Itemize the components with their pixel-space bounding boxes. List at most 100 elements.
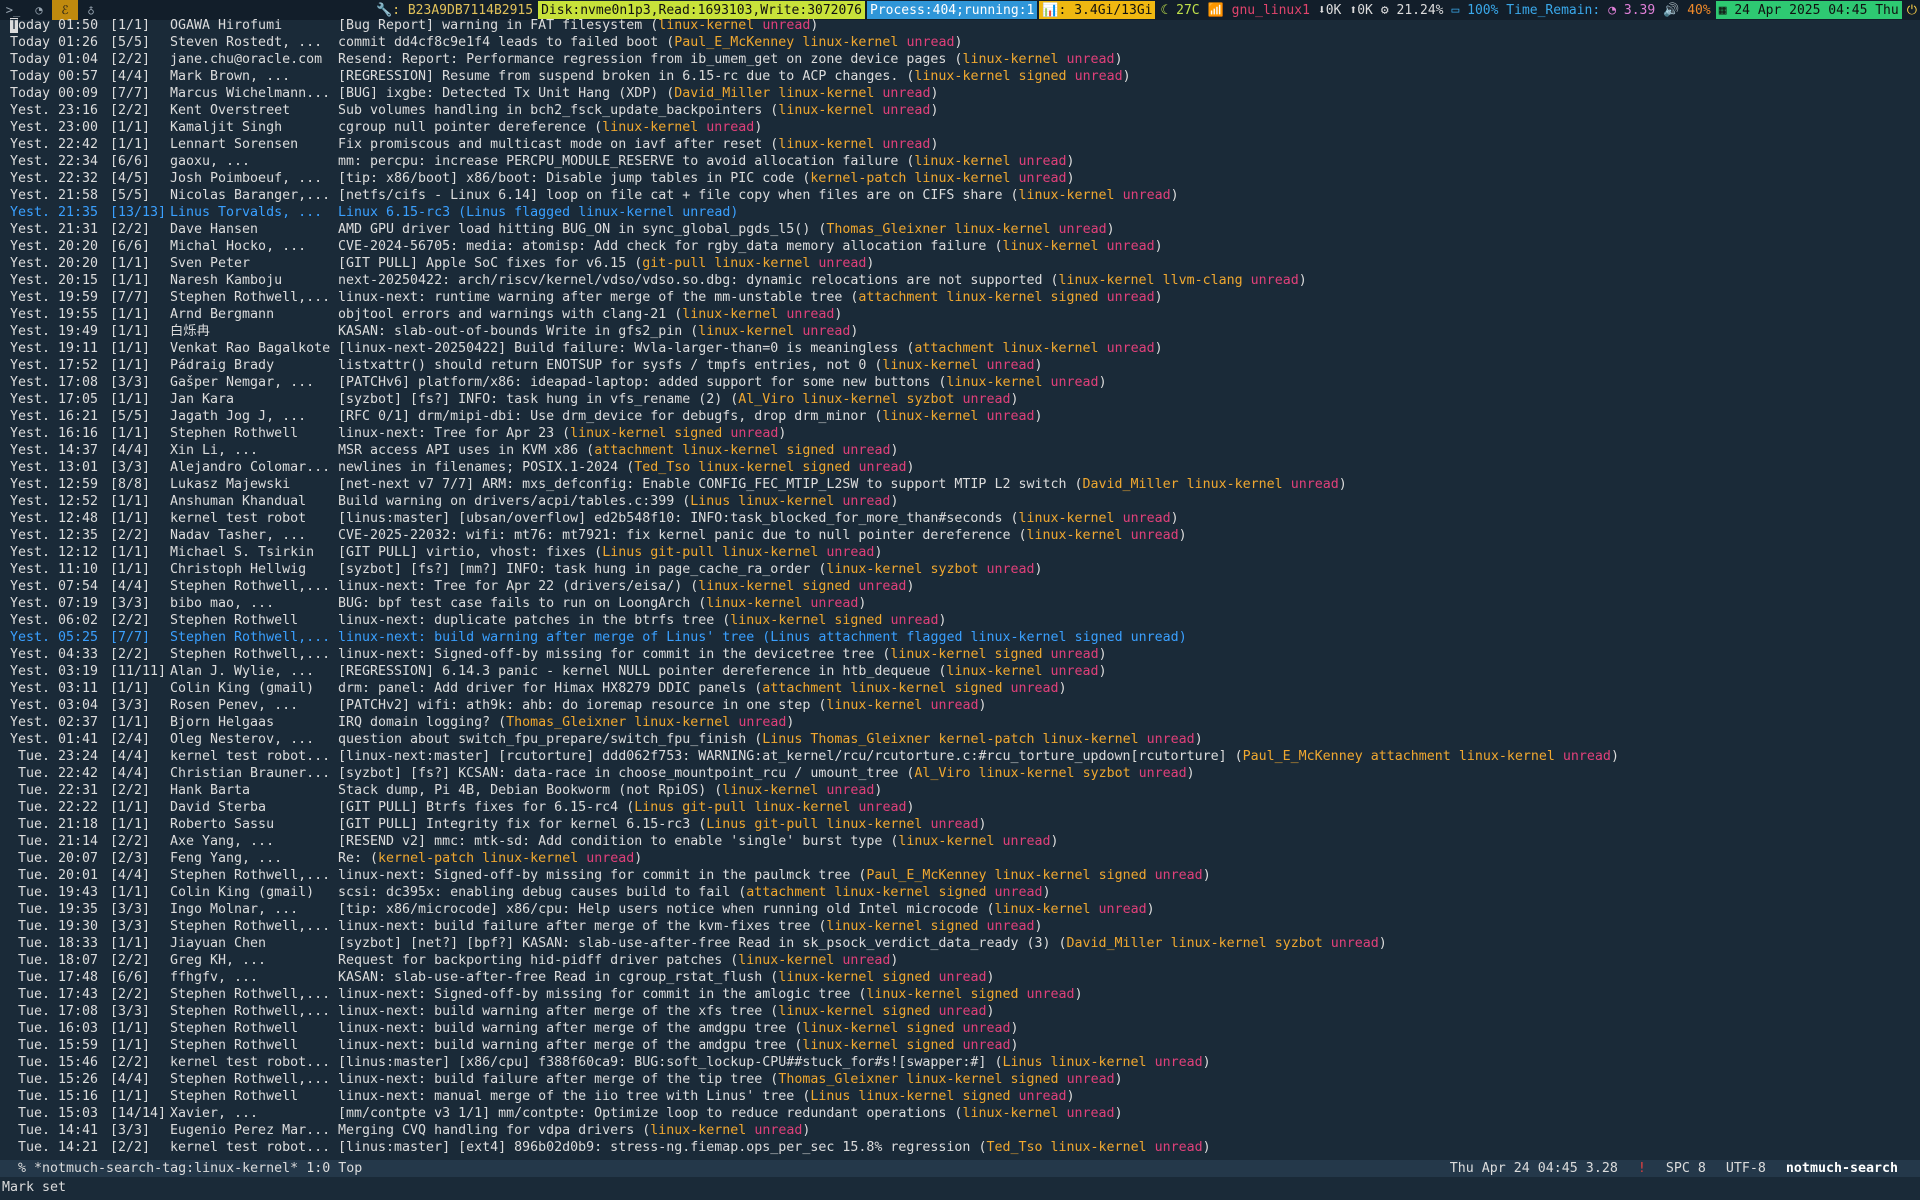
thread-authors: Bjorn Helgaas (170, 715, 275, 730)
thread-row[interactable]: Tue. 15:16 [1/1] Stephen Rothwell linux-nex… (0, 1088, 1920, 1105)
thread-row[interactable]: Tue. 15:03 [14/14] Xavier, ... [mm/contpte … (0, 1105, 1920, 1122)
thread-tag: linux-kernel (946, 664, 1043, 679)
thread-row[interactable]: Yest. 11:10 [1/1] Christoph Hellwig [syzbot… (0, 561, 1920, 578)
thread-tag: attachment (858, 290, 939, 305)
thread-date: Yest. 16:21 (10, 409, 99, 424)
thread-row[interactable]: Today 01:50 [1/1] OGAWA Hirofumi [Bug Repor… (0, 17, 1920, 34)
thread-row[interactable]: Yest. 23:16 [2/2] Kent Overstreet Sub volum… (0, 102, 1920, 119)
thread-date: Today 00:09 (10, 86, 99, 101)
thread-row[interactable]: Tue. 21:18 [1/1] Roberto Sassu [GIT PULL] I… (0, 816, 1920, 833)
thread-row[interactable]: Tue. 22:22 [1/1] David Sterba [GIT PULL] Bt… (0, 799, 1920, 816)
thread-row[interactable]: Yest. 21:31 [2/2] Dave Hansen AMD GPU drive… (0, 221, 1920, 238)
thread-row[interactable]: Tue. 20:01 [4/4] Stephen Rothwell,... linux… (0, 867, 1920, 884)
thread-row[interactable]: Yest. 13:01 [3/3] Alejandro Colomar... newl… (0, 459, 1920, 476)
thread-row[interactable]: Yest. 19:49 [1/1] 白烁冉 KASAN: slab-out-of-bo… (0, 323, 1920, 340)
thread-count: [1/1] (110, 562, 151, 577)
thread-row[interactable]: Yest. 07:19 [3/3] bibo mao, ... BUG: bpf te… (0, 595, 1920, 612)
thread-row[interactable]: Yest. 19:11 [1/1] Venkat Rao Bagalkote [lin… (0, 340, 1920, 357)
thread-row[interactable]: Yest. 02:37 [1/1] Bjorn Helgaas IRQ domain … (0, 714, 1920, 731)
thread-count: [1/1] (110, 1038, 151, 1053)
thread-row[interactable]: Yest. 20:20 [6/6] Michal Hocko, ... CVE-202… (0, 238, 1920, 255)
thread-row[interactable]: Yest. 07:54 [4/4] Stephen Rothwell,... linu… (0, 578, 1920, 595)
thread-row[interactable]: Yest. 16:16 [1/1] Stephen Rothwell linux-ne… (0, 425, 1920, 442)
thread-row[interactable]: Yest. 17:05 [1/1] Jan Kara [syzbot] [fs?] I… (0, 391, 1920, 408)
thread-row[interactable]: Tue. 20:07 [2/3] Feng Yang, ... Re: (kernel… (0, 850, 1920, 867)
unread-tag: unread (994, 885, 1043, 900)
unread-tag: unread (1018, 154, 1067, 169)
thread-subject: [GIT PULL] Btrfs fixes for 6.15-rc4 (338, 800, 619, 815)
thread-row[interactable]: Tue. 17:43 [2/2] Stephen Rothwell,... linux… (0, 986, 1920, 1003)
thread-row[interactable]: Tue. 18:33 [1/1] Jiayuan Chen [syzbot] [net… (0, 935, 1920, 952)
thread-row[interactable]: Today 00:57 [4/4] Mark Brown, ... [REGRESSI… (0, 68, 1920, 85)
thread-date: Tue. 14:41 (18, 1123, 99, 1138)
thread-row[interactable]: Yest. 12:12 [1/1] Michael S. Tsirkin [GIT P… (0, 544, 1920, 561)
thread-row[interactable]: Tue. 17:48 [6/6] ffhgfv, ... KASAN: slab-us… (0, 969, 1920, 986)
thread-tag: linux-kernel (914, 154, 1011, 169)
thread-row[interactable]: Yest. 03:04 [3/3] Rosen Penev, ... [PATCHv2… (0, 697, 1920, 714)
thread-tag: signed (802, 460, 851, 475)
thread-subject-line: linux-next: build warning after merge of… (338, 1038, 1019, 1053)
thread-row[interactable]: Yest. 12:48 [1/1] kernel test robot [linus:… (0, 510, 1920, 527)
thread-row[interactable]: Yest. 05:25 [7/7] Stephen Rothwell,... linu… (0, 629, 1920, 646)
thread-row[interactable]: Today 01:04 [2/2] jane.chu@oracle.com Resen… (0, 51, 1920, 68)
thread-row[interactable]: Yest. 21:35 [13/13] Linus Torvalds, ... Lin… (0, 204, 1920, 221)
thread-row[interactable]: Yest. 20:20 [1/1] Sven Peter [GIT PULL] App… (0, 255, 1920, 272)
unread-tag: unread (1050, 664, 1099, 679)
thread-row[interactable]: Tue. 15:59 [1/1] Stephen Rothwell linux-nex… (0, 1037, 1920, 1054)
thread-row[interactable]: Tue. 14:21 [2/2] kernel test robot... [linu… (0, 1139, 1920, 1156)
thread-row[interactable]: Tue. 14:41 [3/3] Eugenio Perez Mar... Mergi… (0, 1122, 1920, 1139)
thread-row[interactable]: Today 00:09 [7/7] Marcus Wichelmann... [BUG… (0, 85, 1920, 102)
thread-subject: linux-next: manual merge of the iio tree… (338, 1089, 795, 1104)
thread-row[interactable]: Tue. 16:03 [1/1] Stephen Rothwell linux-nex… (0, 1020, 1920, 1037)
thread-row[interactable]: Tue. 21:14 [2/2] Axe Yang, ... [RESEND v2] … (0, 833, 1920, 850)
thread-row[interactable]: Yest. 03:11 [1/1] Colin King (gmail) drm: p… (0, 680, 1920, 697)
thread-row[interactable]: Yest. 20:15 [1/1] Naresh Kamboju next-20250… (0, 272, 1920, 289)
thread-row[interactable]: Yest. 16:21 [5/5] Jagath Jog J, ... [RFC 0/… (0, 408, 1920, 425)
thread-subject-line: objtool errors and warnings with clang-2… (338, 307, 843, 322)
thread-row[interactable]: Yest. 19:55 [1/1] Arnd Bergmann objtool err… (0, 306, 1920, 323)
thread-row[interactable]: Tue. 22:42 [4/4] Christian Brauner... [syzb… (0, 765, 1920, 782)
thread-row[interactable]: Tue. 15:46 [2/2] kernel test robot... [linu… (0, 1054, 1920, 1071)
thread-row[interactable]: Yest. 01:41 [2/4] Oleg Nesterov, ... questi… (0, 731, 1920, 748)
thread-row[interactable]: Yest. 14:37 [4/4] Xin Li, ... MSR access AP… (0, 442, 1920, 459)
thread-row[interactable]: Tue. 17:08 [3/3] Stephen Rothwell,... linux… (0, 1003, 1920, 1020)
thread-row[interactable]: Yest. 22:34 [6/6] gaoxu, ... mm: percpu: in… (0, 153, 1920, 170)
thread-row[interactable]: Yest. 23:00 [1/1] Kamaljit Singh cgroup nul… (0, 119, 1920, 136)
thread-row[interactable]: Tue. 23:24 [4/4] kernel test robot... [linu… (0, 748, 1920, 765)
unread-tag: unread (1330, 936, 1379, 951)
thread-tag: linux-kernel (1002, 341, 1099, 356)
thread-tag: Linus (602, 545, 643, 560)
thread-row[interactable]: Tue. 19:30 [3/3] Stephen Rothwell,... linux… (0, 918, 1920, 935)
thread-row[interactable]: Yest. 12:52 [1/1] Anshuman Khandual Build w… (0, 493, 1920, 510)
thread-row[interactable]: Tue. 15:26 [4/4] Stephen Rothwell,... linux… (0, 1071, 1920, 1088)
thread-tag: linux-kernel (698, 579, 795, 594)
search-results-list[interactable]: Today 01:50 [1/1] OGAWA Hirofumi [Bug Repor… (0, 17, 1920, 1156)
thread-row[interactable]: Tue. 22:31 [2/2] Hank Barta Stack dump, Pi … (0, 782, 1920, 799)
thread-row[interactable]: Yest. 03:19 [11/11] Alan J. Wylie, ... [REG… (0, 663, 1920, 680)
thread-row[interactable]: Yest. 12:59 [8/8] Lukasz Majewski [net-next… (0, 476, 1920, 493)
thread-row[interactable]: Tue. 18:07 [2/2] Greg KH, ... Request for b… (0, 952, 1920, 969)
thread-row[interactable]: Yest. 17:08 [3/3] Gašper Nemgar, ... [PATCH… (0, 374, 1920, 391)
thread-tag: linux-kernel (730, 613, 827, 628)
thread-tag: David_Miller (1082, 477, 1179, 492)
thread-subject: linux-next: build failure after merge of… (338, 1072, 763, 1087)
thread-row[interactable]: Yest. 21:58 [5/5] Nicolas Baranger,... [net… (0, 187, 1920, 204)
thread-subject: linux-next: Tree for Apr 22 (drivers/eis… (338, 579, 683, 594)
thread-authors: 白烁冉 (170, 324, 210, 339)
thread-row[interactable]: Tue. 19:35 [3/3] Ingo Molnar, ... [tip: x86… (0, 901, 1920, 918)
thread-tag: linux-kernel (682, 443, 779, 458)
thread-row[interactable]: Yest. 17:52 [1/1] Pádraig Brady listxattr()… (0, 357, 1920, 374)
thread-authors: Alan J. Wylie, ... (170, 664, 315, 679)
thread-row[interactable]: Tue. 19:43 [1/1] Colin King (gmail) scsi: d… (0, 884, 1920, 901)
thread-count: [2/2] (110, 52, 151, 67)
thread-row[interactable]: Yest. 06:02 [2/2] Stephen Rothwell linux-ne… (0, 612, 1920, 629)
thread-authors: Michael S. Tsirkin (170, 545, 315, 560)
thread-count: [1/1] (110, 817, 151, 832)
thread-row[interactable]: Today 01:26 [5/5] Steven Rostedt, ... commi… (0, 34, 1920, 51)
thread-row[interactable]: Yest. 19:59 [7/7] Stephen Rothwell,... linu… (0, 289, 1920, 306)
thread-row[interactable]: Yest. 04:33 [2/2] Stephen Rothwell,... linu… (0, 646, 1920, 663)
thread-row[interactable]: Yest. 22:32 [4/5] Josh Poimboeuf, ... [tip:… (0, 170, 1920, 187)
thread-subject-line: CVE-2025-22032: wifi: mt76: mt7921: fix … (338, 528, 1187, 543)
thread-row[interactable]: Yest. 22:42 [1/1] Lennart Sorensen Fix prom… (0, 136, 1920, 153)
thread-row[interactable]: Yest. 12:35 [2/2] Nadav Tasher, ... CVE-202… (0, 527, 1920, 544)
